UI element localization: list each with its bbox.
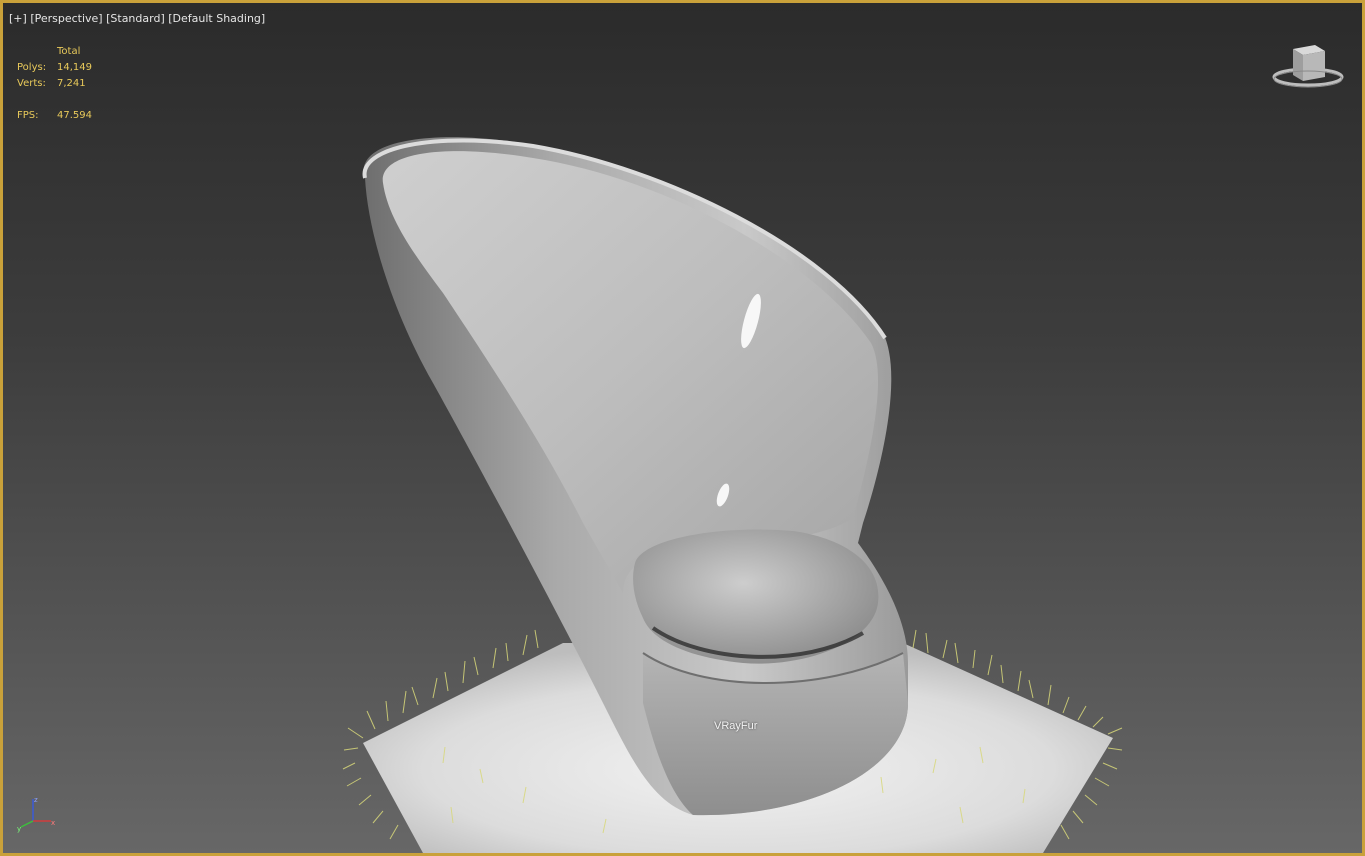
stats-verts-row: Verts: 7,241: [17, 76, 92, 92]
svg-text:x: x: [51, 819, 55, 827]
viewport-shading-label[interactable]: [Default Shading]: [168, 12, 265, 25]
scene-render: [342, 137, 1123, 853]
stats-polys-label: Polys:: [17, 62, 47, 73]
stats-fps-row: FPS: 47.594: [17, 108, 92, 124]
perspective-viewport[interactable]: [+] [Perspective] [Standard] [Default Sh…: [0, 0, 1365, 856]
stats-verts-value: 7,241: [57, 78, 86, 89]
axis-tripod-icon: z x y: [17, 796, 55, 833]
vrayfur-object-label[interactable]: VRayFur: [714, 720, 757, 732]
viewport-menu-plus[interactable]: [+]: [9, 12, 27, 25]
svg-text:z: z: [34, 796, 38, 804]
stats-verts-label: Verts:: [17, 78, 46, 89]
stats-total-header: Total: [57, 46, 81, 57]
svg-text:y: y: [17, 825, 21, 833]
viewport-pov-label[interactable]: [Perspective]: [30, 12, 102, 25]
stats-polys-value: 14,149: [57, 62, 92, 73]
stats-polys-row: Polys: 14,149: [17, 60, 92, 76]
stats-fps-value: 47.594: [57, 110, 92, 121]
stats-fps-label: FPS:: [17, 110, 39, 121]
viewcube-icon[interactable]: [1267, 41, 1349, 95]
viewport-statistics: Total Polys: 14,149 Verts: 7,241 FPS: 47…: [17, 44, 92, 124]
viewport-label: [+] [Perspective] [Standard] [Default Sh…: [9, 12, 265, 25]
viewport-standard-label[interactable]: [Standard]: [106, 12, 165, 25]
